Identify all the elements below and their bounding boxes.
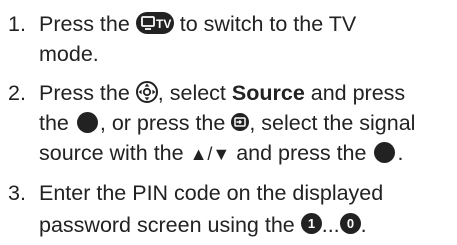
step-line: the , or press the , select the signal — [39, 111, 416, 135]
number-zero-button-icon: 0 — [339, 212, 361, 234]
step-line: mode. — [39, 42, 99, 66]
step-line: Press the TV to switch to the TV — [39, 12, 357, 36]
ok-button-icon — [76, 111, 98, 133]
source-label: Source — [231, 81, 305, 105]
svg-text:1: 1 — [308, 216, 315, 231]
step-line: Press the , select Source and press — [39, 81, 406, 105]
tv-button-icon: TV — [135, 12, 174, 35]
step-line: Enter the PIN code on the displayed — [39, 181, 384, 205]
source-button-icon — [231, 113, 250, 132]
svg-text:0: 0 — [347, 216, 354, 231]
number-one-button-icon: 1 — [300, 212, 322, 234]
ok-button-icon — [374, 141, 396, 163]
instruction-page: { "steps": [ { "num": "1.", "lines": [ [… — [0, 0, 457, 245]
step-line: password screen using the 1... 0. — [39, 212, 367, 237]
step-number: 2. — [8, 81, 26, 105]
navigation-pad-icon — [135, 81, 158, 104]
step-number: 3. — [8, 181, 26, 205]
step-line: source with the ▲/▼ and press the . — [39, 141, 404, 165]
up-down-arrows: ▲/▼ — [189, 144, 231, 164]
svg-text:TV: TV — [156, 17, 171, 31]
step-number: 1. — [8, 12, 26, 36]
